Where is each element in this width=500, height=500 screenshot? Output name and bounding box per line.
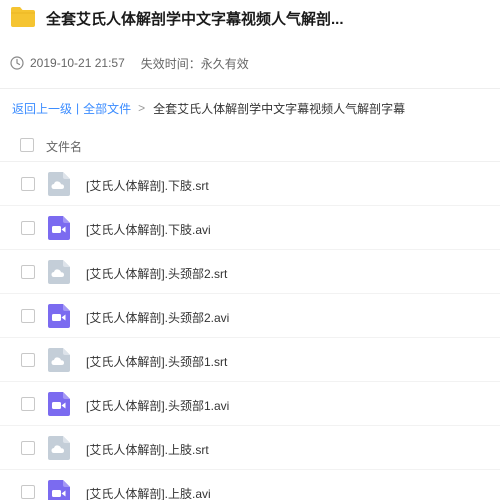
file-row[interactable]: [艾氏人体解剖].头颈部1.avi	[0, 382, 500, 426]
share-meta: 2019-10-21 21:57 失效时间：永久有效	[10, 54, 249, 72]
file-list: [艾氏人体解剖].下肢.srt [艾氏人体解剖].下肢.avi [艾氏人体解剖]…	[0, 162, 500, 500]
subtitle-file-icon	[48, 260, 70, 284]
row-checkbox[interactable]	[21, 265, 35, 279]
row-checkbox[interactable]	[21, 441, 35, 455]
file-row[interactable]: [艾氏人体解剖].上肢.avi	[0, 470, 500, 500]
row-checkbox[interactable]	[21, 397, 35, 411]
video-file-icon	[48, 392, 70, 416]
file-row[interactable]: [艾氏人体解剖].头颈部2.avi	[0, 294, 500, 338]
file-name[interactable]: [艾氏人体解剖].下肢.srt	[86, 177, 209, 194]
video-file-icon	[48, 216, 70, 240]
back-link[interactable]: 返回上一级	[12, 100, 72, 117]
breadcrumb: 返回上一级 | 全部文件 > 全套艾氏人体解剖学中文字幕视频人气解剖字幕	[12, 100, 405, 116]
file-row[interactable]: [艾氏人体解剖].下肢.srt	[0, 162, 500, 206]
subtitle-file-icon	[48, 348, 70, 372]
video-file-icon	[48, 304, 70, 328]
share-header: 全套艾氏人体解剖学中文字幕视频人气解剖...	[0, 0, 500, 40]
file-name[interactable]: [艾氏人体解剖].头颈部1.srt	[86, 353, 227, 370]
video-file-icon	[48, 480, 70, 500]
chevron-right-icon: >	[138, 101, 146, 115]
subtitle-file-icon	[48, 436, 70, 460]
file-row[interactable]: [艾氏人体解剖].下肢.avi	[0, 206, 500, 250]
current-folder: 全套艾氏人体解剖学中文字幕视频人气解剖字幕	[153, 101, 406, 116]
all-files-link[interactable]: 全部文件	[83, 100, 131, 117]
row-checkbox[interactable]	[21, 309, 35, 323]
row-checkbox[interactable]	[21, 485, 35, 499]
file-row[interactable]: [艾氏人体解剖].头颈部1.srt	[0, 338, 500, 382]
breadcrumb-separator: |	[76, 101, 80, 115]
subtitle-file-icon	[48, 172, 70, 196]
row-checkbox[interactable]	[21, 177, 35, 191]
file-row[interactable]: [艾氏人体解剖].头颈部2.srt	[0, 250, 500, 294]
row-checkbox[interactable]	[21, 353, 35, 367]
select-all-checkbox[interactable]	[20, 138, 34, 152]
divider	[0, 88, 500, 89]
file-name[interactable]: [艾氏人体解剖].头颈部1.avi	[86, 397, 229, 414]
column-filename: 文件名	[46, 140, 83, 154]
list-header: 文件名	[0, 128, 500, 162]
clock-icon	[10, 56, 24, 70]
file-name[interactable]: [艾氏人体解剖].头颈部2.srt	[86, 265, 227, 282]
file-name[interactable]: [艾氏人体解剖].下肢.avi	[86, 221, 211, 238]
expire-time: 失效时间：永久有效	[140, 56, 249, 71]
file-name[interactable]: [艾氏人体解剖].上肢.srt	[86, 441, 209, 458]
share-date: 2019-10-21 21:57	[30, 56, 125, 70]
file-name[interactable]: [艾氏人体解剖].头颈部2.avi	[86, 309, 229, 326]
file-name[interactable]: [艾氏人体解剖].上肢.avi	[86, 485, 211, 500]
folder-icon	[11, 7, 35, 27]
file-row[interactable]: [艾氏人体解剖].上肢.srt	[0, 426, 500, 470]
row-checkbox[interactable]	[21, 221, 35, 235]
page-title: 全套艾氏人体解剖学中文字幕视频人气解剖...	[46, 11, 344, 28]
